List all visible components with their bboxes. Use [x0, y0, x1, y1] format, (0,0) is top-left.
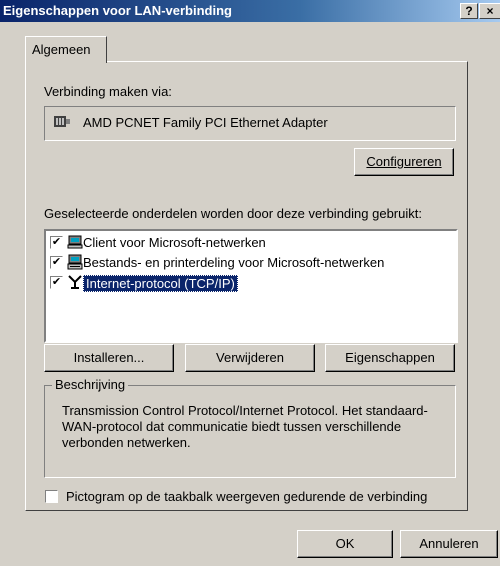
tray-icon-option[interactable]: Pictogram op de taakbalk weergeven gedur… — [44, 489, 464, 505]
properties-button[interactable]: Eigenschappen — [325, 344, 455, 372]
protocol-icon — [67, 274, 83, 290]
network-client-icon — [67, 234, 83, 250]
install-button-label: Installeren... — [73, 350, 145, 365]
checkbox-file-printer-sharing[interactable]: ✔ — [50, 256, 63, 269]
network-adapter-icon — [53, 113, 71, 134]
description-text: Transmission Control Protocol/Internet P… — [62, 403, 428, 450]
help-button[interactable]: ? — [460, 3, 478, 19]
list-item-file-printer-sharing[interactable]: ✔ Bestands- en printerdeling voor Micros… — [50, 254, 450, 272]
cancel-button-label: Annuleren — [419, 536, 479, 551]
configure-button[interactable]: Configureren — [354, 148, 454, 176]
adapter-field: AMD PCNET Family PCI Ethernet Adapter — [44, 106, 456, 141]
remove-button-label: Verwijderen — [216, 350, 284, 365]
list-item-label: Internet-protocol (TCP/IP) — [83, 275, 238, 292]
list-item-label: Client voor Microsoft-netwerken — [83, 235, 266, 250]
tab-general[interactable]: Algemeen — [25, 36, 107, 63]
install-button[interactable]: Installeren... — [44, 344, 174, 372]
cancel-button[interactable]: Annuleren — [400, 530, 498, 558]
list-item-client[interactable]: ✔ Client voor Microsoft-netwerken — [50, 234, 450, 252]
ok-button[interactable]: OK — [297, 530, 393, 558]
components-list[interactable]: ✔ Client voor Microsoft-netwerken ✔ Best… — [44, 229, 458, 343]
tray-icon-label: Pictogram op de taakbalk weergeven gedur… — [66, 489, 428, 504]
components-label: Geselecteerde onderdelen worden door dez… — [44, 206, 422, 221]
title-bar[interactable]: Eigenschappen voor LAN-verbinding ? × — [0, 0, 500, 22]
window-title: Eigenschappen voor LAN-verbinding — [3, 3, 232, 18]
tab-general-label: Algemeen — [32, 42, 91, 57]
connect-via-label: Verbinding maken via: — [44, 84, 172, 99]
close-button[interactable]: × — [479, 3, 500, 19]
checkbox-tcpip[interactable]: ✔ — [50, 276, 63, 289]
list-item-tcpip[interactable]: ✔ Internet-protocol (TCP/IP) — [50, 274, 450, 292]
configure-button-label: Configureren — [366, 154, 442, 169]
properties-button-label: Eigenschappen — [345, 350, 435, 365]
adapter-name: AMD PCNET Family PCI Ethernet Adapter — [83, 115, 328, 130]
file-printer-sharing-icon — [67, 254, 83, 270]
remove-button[interactable]: Verwijderen — [185, 344, 315, 372]
ok-button-label: OK — [335, 536, 355, 551]
list-item-label: Bestands- en printerdeling voor Microsof… — [83, 255, 385, 270]
description-title: Beschrijving — [52, 377, 129, 392]
checkbox-client[interactable]: ✔ — [50, 236, 63, 249]
tray-icon-checkbox[interactable] — [45, 490, 58, 503]
